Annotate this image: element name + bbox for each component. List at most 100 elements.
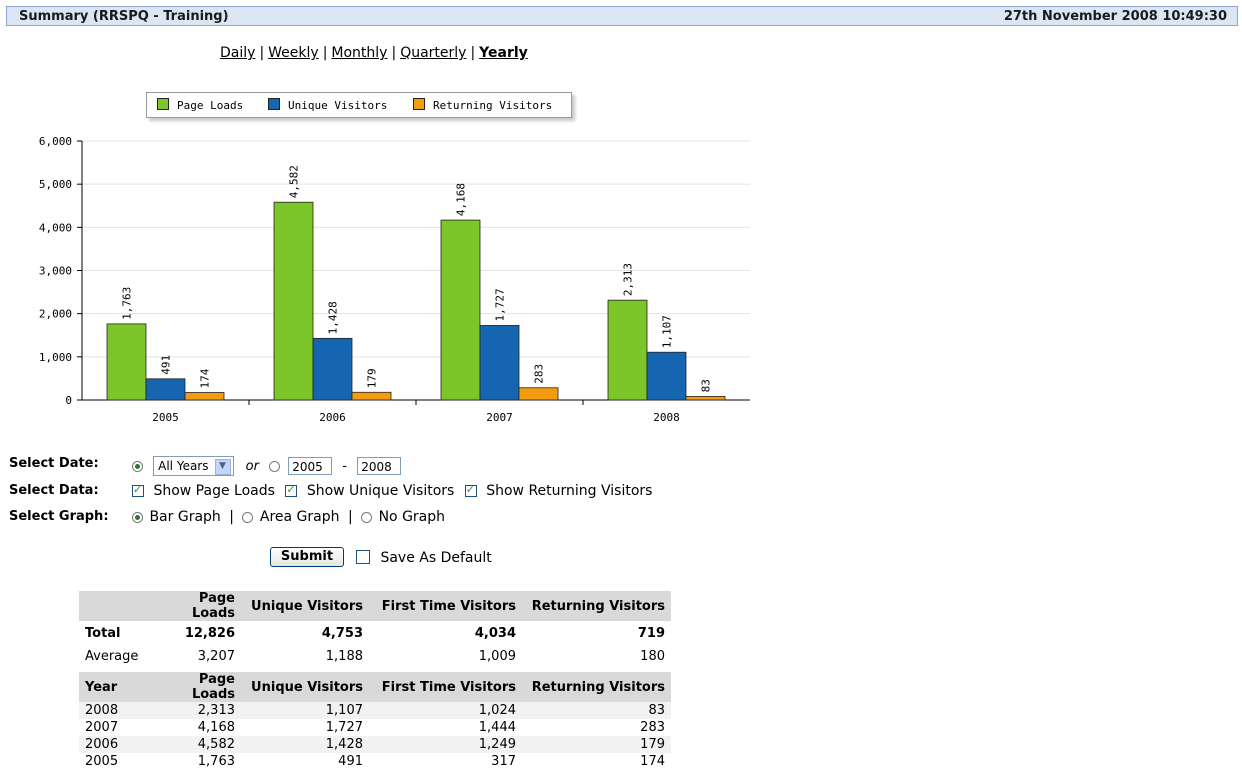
legend-item-unique-visitors: Unique Visitors xyxy=(268,98,387,112)
period-link-weekly[interactable]: Weekly xyxy=(268,45,319,61)
unique-visitors-checkbox-label: Show Unique Visitors xyxy=(306,483,455,499)
column-header: Unique Visitors xyxy=(241,591,369,621)
legend-item-returning-visitors: Returning Visitors xyxy=(413,98,552,112)
nav-separator: | xyxy=(322,45,328,61)
y-tick-label: 3,000 xyxy=(39,265,72,278)
table-cell: 1,024 xyxy=(478,703,516,718)
bar-page-loads-2005 xyxy=(106,323,147,401)
table-cell: 1,727 xyxy=(325,720,363,735)
page-loads-checkbox[interactable] xyxy=(132,483,144,497)
data-label: 1,428 xyxy=(327,301,340,334)
table-row: 2006 4,582 1,428 1,249 179 xyxy=(79,736,671,753)
column-header: Page Loads xyxy=(146,591,241,621)
y-tick-label: 5,000 xyxy=(39,178,72,191)
datetime-label: 27th November 2008 10:49:30 xyxy=(1003,9,1227,24)
table-cell: 719 xyxy=(637,625,665,641)
table-cell: 2006 xyxy=(85,737,119,752)
period-link-daily[interactable]: Daily xyxy=(220,45,255,61)
data-label: 1,107 xyxy=(661,315,674,348)
x-tick-label: 2007 xyxy=(486,411,513,424)
select-data-label: Select Data: xyxy=(9,483,99,498)
table-cell: 4,034 xyxy=(474,625,516,641)
x-tick-label: 2006 xyxy=(319,411,346,424)
bar-unique-visitors-2005 xyxy=(145,378,186,401)
legend-label-page-loads: Page Loads xyxy=(177,99,244,112)
column-header xyxy=(79,591,146,621)
bar-chart: 0 1,000 2,000 3,000 4,000 5,000 6,000 1,763 491 1… xyxy=(39,135,750,424)
summary-total-row: Total 12,826 4,753 4,034 719 xyxy=(79,621,671,645)
period-link-quarterly[interactable]: Quarterly xyxy=(400,45,466,61)
table-cell: 2005 xyxy=(85,754,119,769)
bar-returning-visitors-2005 xyxy=(184,392,225,401)
date-custom-radio[interactable] xyxy=(269,460,281,472)
table-cell: 179 xyxy=(640,737,665,752)
area-graph-radio[interactable] xyxy=(242,512,254,523)
range-dash: - xyxy=(342,458,348,474)
to-year-input[interactable]: 2008 xyxy=(357,457,402,475)
data-label: 174 xyxy=(199,368,212,388)
table-cell: 4,168 xyxy=(197,720,235,735)
page-loads-checkbox-label: Show Page Loads xyxy=(153,483,275,499)
period-link-monthly[interactable]: Monthly xyxy=(331,45,387,61)
y-tick-label: 0 xyxy=(65,394,72,407)
column-header: Returning Visitors xyxy=(522,672,671,702)
column-header: Year xyxy=(79,672,146,702)
summary-table: Page Loads Unique Visitors First Time Vi… xyxy=(79,591,671,667)
bar-page-loads-2006 xyxy=(273,201,314,401)
data-label: 1,727 xyxy=(494,288,507,321)
date-preset-radio[interactable] xyxy=(132,460,143,472)
table-cell: 12,826 xyxy=(184,625,235,641)
yearly-table: Year Page Loads Unique Visitors First Ti… xyxy=(79,672,671,770)
unique-visitors-checkbox[interactable] xyxy=(285,483,298,497)
table-cell: 2,313 xyxy=(197,703,235,718)
x-tick-label: 2008 xyxy=(653,411,680,424)
returning-visitors-checkbox[interactable] xyxy=(464,483,477,497)
submit-button[interactable]: Submit xyxy=(270,547,344,567)
bar-graph-radio[interactable] xyxy=(132,512,143,523)
bar-page-loads-2007 xyxy=(440,219,481,401)
legend-item-page-loads: Page Loads xyxy=(157,98,243,112)
bar-returning-visitors-2007 xyxy=(518,387,559,401)
table-cell: 1,009 xyxy=(478,648,516,664)
summary-average-row: Average 3,207 1,188 1,009 180 xyxy=(79,645,671,667)
returning-visitors-checkbox-label: Show Returning Visitors xyxy=(486,483,653,499)
nav-separator: | xyxy=(259,45,265,61)
bar-returning-visitors-2006 xyxy=(351,391,392,401)
table-cell: 2008 xyxy=(85,703,119,718)
table-cell: 1,188 xyxy=(325,648,363,664)
table-cell: 1,763 xyxy=(197,754,235,769)
title-bar: Summary (RRSPQ - Training) 27th November… xyxy=(6,6,1238,26)
table-cell: 3,207 xyxy=(197,648,235,664)
data-label: 179 xyxy=(366,368,379,388)
date-range-select[interactable]: All Years ▼ xyxy=(153,456,234,476)
chart-legend: Page Loads Unique Visitors Returning Vis… xyxy=(146,92,572,118)
period-link-yearly[interactable]: Yearly xyxy=(479,45,528,61)
summary-header-row: Page Loads Unique Visitors First Time Vi… xyxy=(79,591,671,621)
yearly-header-row: Year Page Loads Unique Visitors First Ti… xyxy=(79,672,671,702)
data-label: 4,582 xyxy=(288,165,301,198)
y-tick-label: 4,000 xyxy=(39,221,72,234)
graph-separator: | xyxy=(229,509,234,525)
legend-swatch-unique-visitors xyxy=(268,98,280,110)
bar-unique-visitors-2008 xyxy=(646,351,687,401)
table-cell: 317 xyxy=(491,754,516,769)
save-default-control: Save As Default xyxy=(356,550,492,566)
table-row: 2008 2,313 1,107 1,024 83 xyxy=(79,702,671,719)
save-default-checkbox[interactable] xyxy=(356,550,370,564)
table-row: 2005 1,763 491 317 174 xyxy=(79,753,671,770)
table-cell: 4,582 xyxy=(197,737,235,752)
save-default-label: Save As Default xyxy=(380,550,492,566)
column-header: Unique Visitors xyxy=(241,672,369,702)
select-graph-label: Select Graph: xyxy=(9,509,109,524)
graph-separator: | xyxy=(347,509,353,525)
from-year-input[interactable]: 2005 xyxy=(288,457,333,475)
data-label: 2,313 xyxy=(622,263,635,296)
data-label: 4,168 xyxy=(455,183,468,216)
legend-swatch-returning-visitors xyxy=(413,98,425,110)
table-cell: 174 xyxy=(640,754,665,769)
column-header: First Time Visitors xyxy=(369,591,522,621)
no-graph-radio[interactable] xyxy=(361,512,373,523)
no-graph-label: No Graph xyxy=(378,509,446,525)
data-label: 491 xyxy=(160,355,173,375)
legend-swatch-page-loads xyxy=(157,98,169,110)
